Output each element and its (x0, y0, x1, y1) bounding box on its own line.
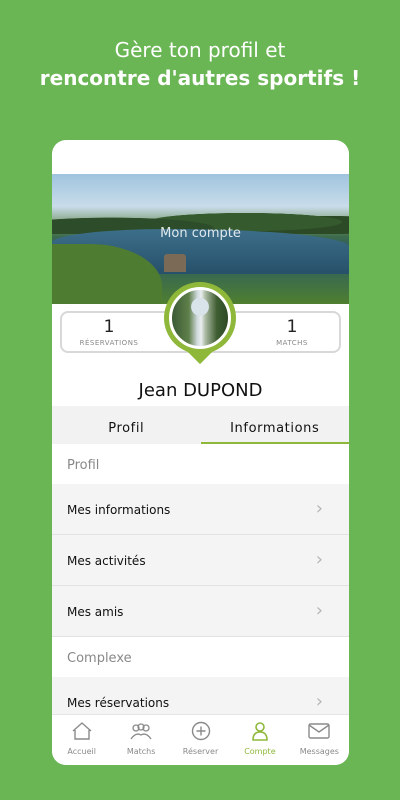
list-item-mes-informations[interactable]: Mes informations › (52, 484, 349, 535)
list-item-mes-activites[interactable]: Mes activités › (52, 535, 349, 586)
stat-matchs-value: 1 (286, 317, 298, 337)
stat-reservations[interactable]: 1 RÉSERVATIONS (64, 317, 154, 349)
avatar-image (169, 287, 231, 349)
user-icon (252, 722, 268, 741)
tab-bar: Profil Informations (52, 406, 349, 444)
stat-reservations-value: 1 (103, 317, 115, 337)
chevron-right-icon: › (315, 600, 323, 621)
nav-messages[interactable]: Messages (290, 715, 349, 765)
chevron-right-icon: › (315, 549, 323, 570)
section-header-complexe: Complexe (52, 637, 349, 677)
users-icon (130, 723, 152, 740)
stat-reservations-label: RÉSERVATIONS (79, 339, 139, 347)
nav-label: Accueil (67, 747, 96, 756)
nav-label: Matchs (126, 747, 156, 756)
chevron-right-icon: › (315, 498, 323, 519)
settings-list: Profil Mes informations › Mes activités … (52, 444, 349, 728)
mail-icon (308, 723, 331, 739)
phone-screen: Mon compte 1 RÉSERVATIONS 1 MATCHS Jean … (52, 140, 349, 765)
home-icon (72, 722, 92, 740)
list-item-label: Mes informations (67, 503, 171, 517)
nav-accueil[interactable]: Accueil (52, 715, 111, 765)
nav-compte[interactable]: Compte (230, 715, 289, 765)
list-item-label: Mes amis (67, 605, 124, 619)
stat-matchs[interactable]: 1 MATCHS (247, 317, 337, 349)
promo-line-1: Gère ton profil et (114, 38, 286, 62)
list-item-label: Mes activités (67, 554, 146, 568)
tab-profil[interactable]: Profil (52, 406, 201, 444)
avatar[interactable] (164, 282, 236, 365)
stat-matchs-label: MATCHS (276, 339, 308, 347)
plus-circle-icon (191, 721, 210, 741)
nav-reserver[interactable]: Réserver (171, 715, 230, 765)
user-name: Jean DUPOND (138, 380, 263, 401)
nav-label: Compte (244, 747, 276, 756)
page-title: Mon compte (160, 226, 241, 241)
bottom-nav: Accueil Matchs Réserver Compte Messages (52, 714, 349, 765)
promo-line-2: rencontre d'autres sportifs ! (39, 66, 361, 90)
nav-matchs[interactable]: Matchs (111, 715, 170, 765)
chevron-right-icon: › (315, 691, 323, 712)
promo-text: Gère ton profil et rencontre d'autres sp… (0, 36, 400, 92)
section-header-profil: Profil (52, 444, 349, 484)
nav-label: Réserver (182, 747, 219, 756)
list-item-label: Mes réservations (67, 696, 170, 710)
list-item-mes-amis[interactable]: Mes amis › (52, 586, 349, 637)
nav-label: Messages (299, 747, 339, 756)
tab-informations[interactable]: Informations (200, 406, 349, 444)
